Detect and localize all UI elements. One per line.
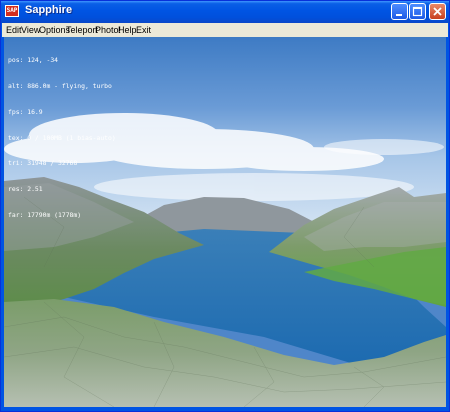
- hud-altitude: alt: 886.0m - flying, turbo: [8, 81, 112, 90]
- hud-resolution: res: 2.51: [8, 185, 43, 194]
- close-icon: [433, 7, 442, 16]
- menu-teleport[interactable]: Teleport: [66, 23, 98, 37]
- app-logo-icon: SAP: [5, 5, 19, 17]
- hud-fps: fps: 16.9: [8, 107, 43, 116]
- hud-texture: tex: 0 / 100MB (1 bias-auto): [8, 133, 116, 142]
- window-title: Sapphire: [25, 4, 73, 16]
- debug-overlay: pos: 124, -34 alt: 886.0m - flying, turb…: [8, 39, 116, 237]
- minimize-icon: [396, 14, 402, 16]
- hud-far: far: 17790m (1778m): [8, 210, 82, 219]
- menu-edit[interactable]: Edit: [6, 23, 22, 37]
- app-window: SAP Sapphire Edit View Options Teleport …: [0, 0, 450, 412]
- maximize-icon: [412, 6, 423, 17]
- menu-help[interactable]: Help: [118, 23, 137, 37]
- maximize-button[interactable]: [409, 3, 426, 20]
- title-bar[interactable]: SAP Sapphire: [1, 1, 449, 23]
- menu-exit[interactable]: Exit: [136, 23, 151, 37]
- close-button[interactable]: [429, 3, 446, 20]
- menu-bar: Edit View Options Teleport Photo! Help E…: [2, 23, 448, 37]
- minimize-button[interactable]: [391, 3, 408, 20]
- menu-view[interactable]: View: [21, 23, 40, 37]
- hud-triangles: tri: 31948 / 32768: [8, 159, 78, 168]
- terrain-viewport[interactable]: pos: 124, -34 alt: 886.0m - flying, turb…: [4, 37, 446, 407]
- hud-position: pos: 124, -34: [8, 56, 59, 65]
